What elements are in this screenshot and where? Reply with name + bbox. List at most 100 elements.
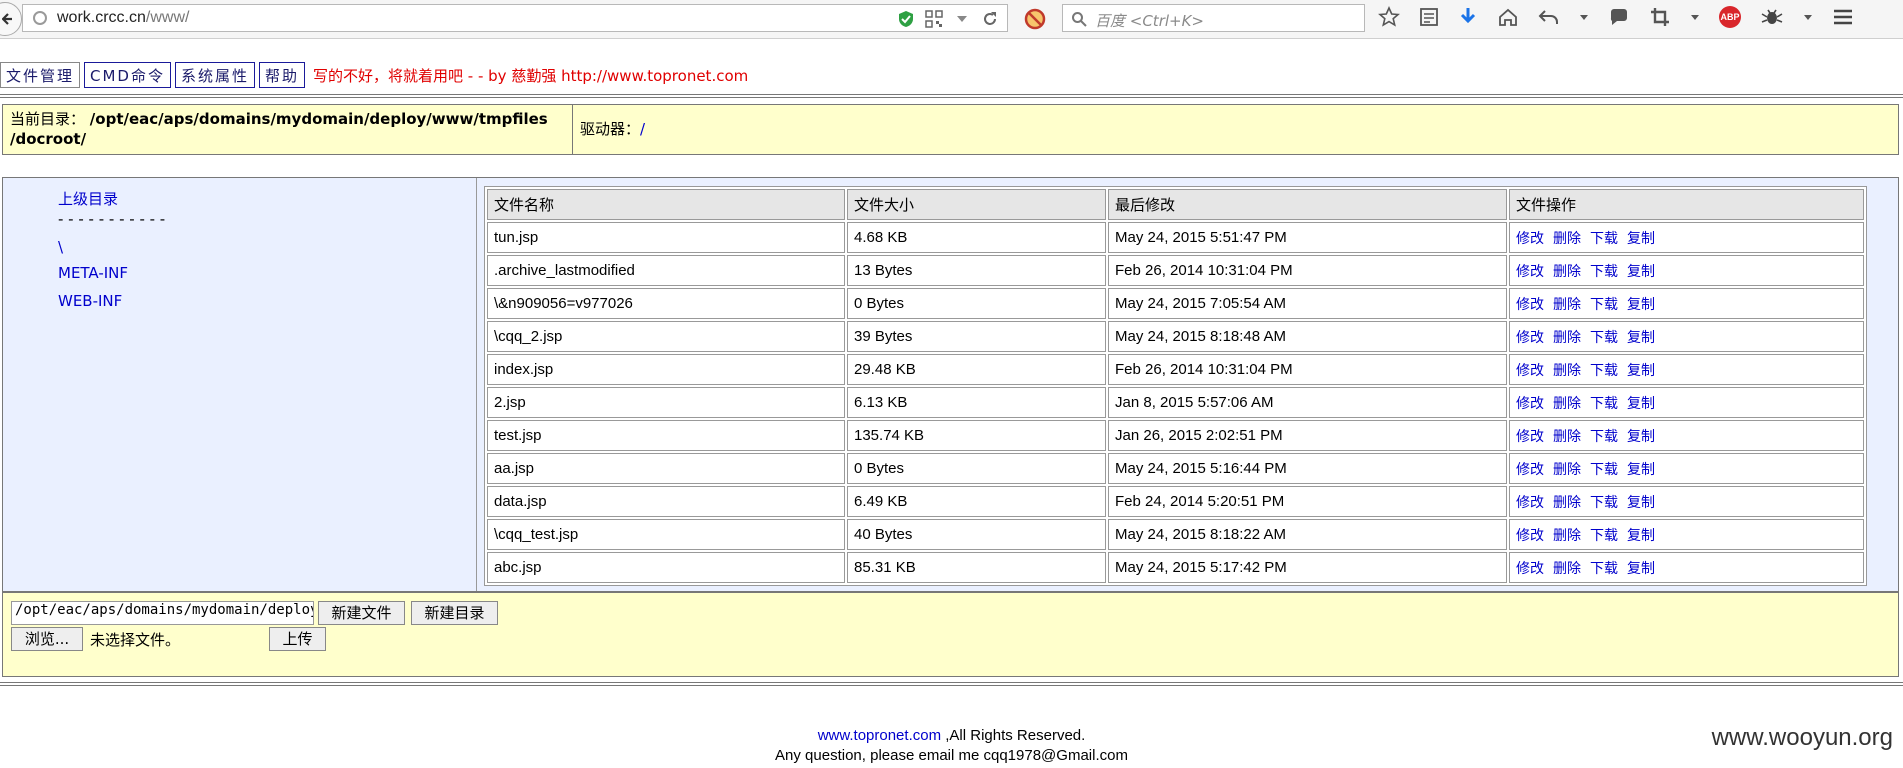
- delete-link[interactable]: 删除: [1553, 495, 1581, 511]
- menu-file-manager[interactable]: 文件管理: [0, 62, 81, 88]
- new-file-button[interactable]: 新建文件: [318, 601, 405, 625]
- dropdown-arrow-icon[interactable]: [1690, 6, 1700, 28]
- path-input[interactable]: /opt/eac/aps/domains/mydomain/deploy/www…: [11, 601, 314, 625]
- col-name: 文件名称: [487, 189, 845, 220]
- download-link[interactable]: 下载: [1590, 396, 1618, 412]
- edit-link[interactable]: 修改: [1516, 264, 1544, 280]
- download-icon[interactable]: [1458, 6, 1478, 28]
- delete-link[interactable]: 删除: [1553, 462, 1581, 478]
- download-link[interactable]: 下载: [1590, 429, 1618, 445]
- file-table: 文件名称 文件大小 最后修改 文件操作 tun.jsp 4.68 KB May 24…: [484, 186, 1867, 586]
- file-ops: 修改 删除 下载 复制: [1509, 255, 1864, 286]
- shield-check-icon[interactable]: [897, 10, 915, 28]
- search-box[interactable]: 百度 <Ctrl+K>: [1062, 4, 1365, 32]
- delete-link[interactable]: 删除: [1553, 561, 1581, 577]
- copy-link[interactable]: 复制: [1627, 330, 1655, 346]
- folder-link[interactable]: WEB-INF: [58, 292, 122, 310]
- adblock-icon[interactable]: ABP: [1719, 6, 1741, 28]
- download-link[interactable]: 下载: [1590, 330, 1618, 346]
- copy-link[interactable]: 复制: [1627, 528, 1655, 544]
- file-size: 0 Bytes: [847, 453, 1106, 484]
- chat-bubble-icon[interactable]: [1608, 6, 1630, 28]
- file-ops: 修改 删除 下载 复制: [1509, 453, 1864, 484]
- browser-toolbar: work.crcc.cn/www/ 百度 <Ctrl+K> ABP: [0, 0, 1903, 39]
- menu-icon[interactable]: [1832, 6, 1854, 28]
- reading-list-icon[interactable]: [1419, 6, 1439, 28]
- delete-link[interactable]: 删除: [1553, 231, 1581, 247]
- copy-link[interactable]: 复制: [1627, 297, 1655, 313]
- download-link[interactable]: 下载: [1590, 462, 1618, 478]
- upload-button[interactable]: 上传: [269, 627, 326, 651]
- copy-link[interactable]: 复制: [1627, 429, 1655, 445]
- menu-help[interactable]: 帮助: [259, 62, 306, 88]
- new-dir-button[interactable]: 新建目录: [411, 601, 498, 625]
- file-ops: 修改 删除 下载 复制: [1509, 552, 1864, 583]
- back-button[interactable]: [0, 2, 22, 36]
- edit-link[interactable]: 修改: [1516, 429, 1544, 445]
- dropdown-arrow-icon[interactable]: [953, 10, 971, 28]
- copy-link[interactable]: 复制: [1627, 396, 1655, 412]
- edit-link[interactable]: 修改: [1516, 363, 1544, 379]
- copy-link[interactable]: 复制: [1627, 495, 1655, 511]
- file-modified: Feb 24, 2014 5:20:51 PM: [1108, 486, 1507, 517]
- footer-link[interactable]: www.topronet.com: [818, 727, 941, 744]
- delete-link[interactable]: 删除: [1553, 363, 1581, 379]
- file-size: 13 Bytes: [847, 255, 1106, 286]
- edit-link[interactable]: 修改: [1516, 297, 1544, 313]
- file-size: 4.68 KB: [847, 222, 1106, 253]
- download-link[interactable]: 下载: [1590, 297, 1618, 313]
- copy-link[interactable]: 复制: [1627, 363, 1655, 379]
- copy-link[interactable]: 复制: [1627, 462, 1655, 478]
- delete-link[interactable]: 删除: [1553, 264, 1581, 280]
- delete-link[interactable]: 删除: [1553, 297, 1581, 313]
- block-icon[interactable]: [1024, 8, 1046, 30]
- folder-link[interactable]: \: [58, 238, 63, 256]
- copy-link[interactable]: 复制: [1627, 561, 1655, 577]
- drives: 驱动器：/: [573, 105, 652, 154]
- bookmark-star-icon[interactable]: [1378, 6, 1400, 28]
- delete-link[interactable]: 删除: [1553, 429, 1581, 445]
- file-name: test.jsp: [487, 420, 845, 451]
- qr-code-icon[interactable]: [925, 10, 943, 28]
- download-link[interactable]: 下载: [1590, 528, 1618, 544]
- undo-icon[interactable]: [1538, 6, 1560, 28]
- download-link[interactable]: 下载: [1590, 561, 1618, 577]
- menu-cmd[interactable]: CMD命令: [84, 62, 171, 88]
- edit-link[interactable]: 修改: [1516, 561, 1544, 577]
- crop-icon[interactable]: [1649, 6, 1671, 28]
- edit-link[interactable]: 修改: [1516, 462, 1544, 478]
- download-link[interactable]: 下载: [1590, 495, 1618, 511]
- folder-link[interactable]: META-INF: [58, 264, 128, 282]
- edit-link[interactable]: 修改: [1516, 231, 1544, 247]
- copy-link[interactable]: 复制: [1627, 264, 1655, 280]
- browse-button[interactable]: 浏览...: [11, 627, 83, 651]
- drives-label: 驱动器：: [580, 120, 641, 138]
- file-modified: May 24, 2015 5:51:47 PM: [1108, 222, 1507, 253]
- delete-link[interactable]: 删除: [1553, 396, 1581, 412]
- table-row: \&n909056=v977026 0 Bytes May 24, 2015 7:0…: [487, 288, 1864, 319]
- url-bar[interactable]: work.crcc.cn/www/: [22, 4, 1008, 32]
- bug-icon[interactable]: [1760, 6, 1784, 28]
- dropdown-arrow-icon[interactable]: [1579, 6, 1589, 28]
- download-link[interactable]: 下载: [1590, 231, 1618, 247]
- download-link[interactable]: 下载: [1590, 264, 1618, 280]
- file-size: 39 Bytes: [847, 321, 1106, 352]
- home-icon[interactable]: [1497, 6, 1519, 28]
- edit-link[interactable]: 修改: [1516, 528, 1544, 544]
- table-row: 2.jsp 6.13 KB Jan 8, 2015 5:57:06 AM 修改 删除 下载…: [487, 387, 1864, 418]
- file-ops: 修改 删除 下载 复制: [1509, 486, 1864, 517]
- file-name: \&n909056=v977026: [487, 288, 845, 319]
- parent-dir-link[interactable]: 上级目录: [58, 188, 118, 209]
- edit-link[interactable]: 修改: [1516, 396, 1544, 412]
- file-size: 6.49 KB: [847, 486, 1106, 517]
- dropdown-arrow-icon[interactable]: [1803, 6, 1813, 28]
- download-link[interactable]: 下载: [1590, 363, 1618, 379]
- delete-link[interactable]: 删除: [1553, 528, 1581, 544]
- menu-system-props[interactable]: 系统属性: [174, 62, 255, 88]
- edit-link[interactable]: 修改: [1516, 495, 1544, 511]
- copy-link[interactable]: 复制: [1627, 231, 1655, 247]
- reload-icon[interactable]: [981, 10, 999, 28]
- drive-link[interactable]: /: [640, 120, 645, 138]
- edit-link[interactable]: 修改: [1516, 330, 1544, 346]
- delete-link[interactable]: 删除: [1553, 330, 1581, 346]
